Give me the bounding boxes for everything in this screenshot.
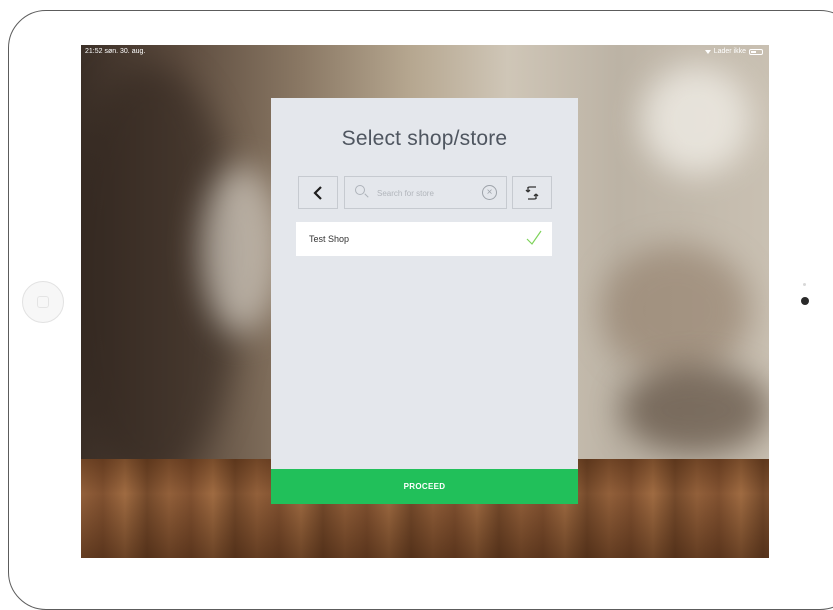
status-bar: 21:52 søn. 30. aug. Lader ikke	[81, 45, 769, 59]
background-blur-shape	[641, 65, 751, 175]
front-sensor	[803, 283, 806, 286]
refresh-button[interactable]	[512, 176, 552, 209]
screen: 21:52 søn. 30. aug. Lader ikke Select sh…	[81, 45, 769, 558]
background-blur-shape	[201, 165, 281, 335]
charging-status: Lader ikke	[713, 48, 746, 55]
background-blur-shape	[621, 365, 769, 455]
check-icon	[526, 230, 542, 245]
battery-level-fill	[751, 50, 756, 53]
chevron-left-icon	[313, 185, 322, 200]
status-right-group: Lader ikke	[704, 48, 763, 55]
clear-search-icon[interactable]: ×	[482, 185, 497, 200]
select-store-dialog: Select shop/store × Test Shop	[271, 98, 578, 504]
back-button[interactable]	[298, 176, 338, 209]
dialog-title: Select shop/store	[341, 127, 508, 150]
proceed-button[interactable]: PROCEED	[271, 469, 578, 504]
background-blur-shape	[601, 245, 751, 375]
battery-icon	[749, 48, 763, 55]
home-button-icon	[37, 296, 49, 308]
search-box: ×	[344, 176, 507, 209]
search-icon	[355, 185, 365, 195]
status-time-date: 21:52 søn. 30. aug.	[85, 48, 146, 55]
store-list-item[interactable]: Test Shop	[296, 222, 552, 256]
front-camera	[801, 297, 809, 305]
search-input[interactable]	[377, 186, 475, 200]
wifi-icon	[704, 49, 711, 54]
home-button[interactable]	[22, 281, 64, 323]
store-name: Test Shop	[309, 234, 350, 244]
store-list: Test Shop	[296, 222, 552, 256]
refresh-icon	[525, 185, 539, 200]
